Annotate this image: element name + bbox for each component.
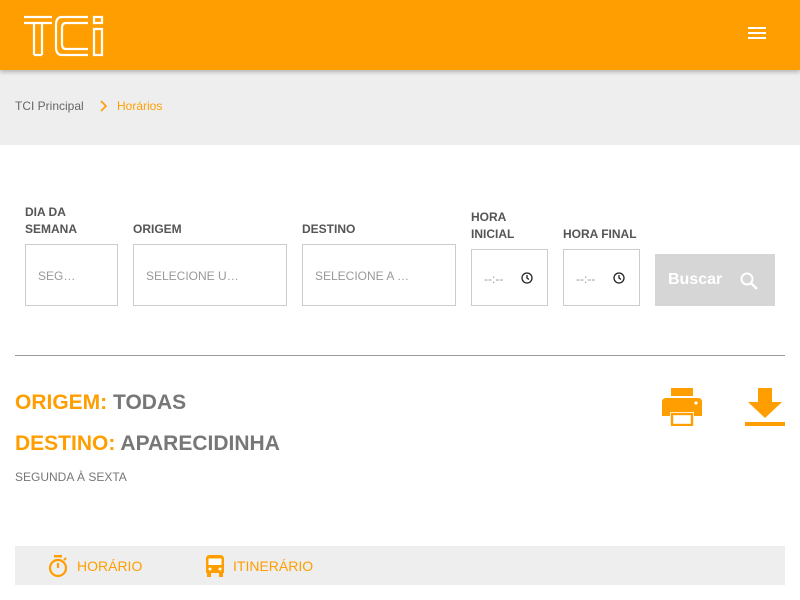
divider [15, 355, 785, 356]
stopwatch-icon [48, 555, 68, 578]
destino-select[interactable]: SELECIONE A … [302, 244, 456, 306]
destino-summary: DESTINO: APARECIDINHA [15, 432, 280, 456]
top-header [0, 0, 800, 70]
hora-inicial-label: HORA INICIAL [471, 210, 515, 241]
hora-inicial-value: --:-- [484, 272, 504, 286]
bus-icon [206, 555, 224, 577]
destino-placeholder: SELECIONE A … [315, 269, 410, 283]
tab-horario-label: HORÁRIO [77, 558, 143, 574]
breadcrumb: TCI Principal Horários [0, 70, 800, 145]
tab-horario[interactable]: HORÁRIO [45, 546, 155, 585]
hora-final-value: --:-- [576, 272, 596, 286]
dia-semana-select[interactable]: SEG… [25, 244, 118, 306]
breadcrumb-current[interactable]: Horários [117, 99, 162, 113]
buscar-button[interactable]: Buscar [655, 254, 775, 306]
tab-bar: HORÁRIO ITINERÁRIO [15, 546, 785, 585]
clock-icon[interactable] [613, 272, 625, 284]
print-button[interactable] [660, 388, 704, 427]
dia-semana-value: SEG… [38, 269, 76, 283]
chevron-right-icon [100, 100, 108, 112]
breadcrumb-home-link[interactable]: TCI Principal [15, 99, 84, 113]
origem-label: ORIGEM [133, 222, 182, 236]
origem-placeholder: SELECIONE U… [146, 269, 239, 283]
days-text: SEGUNDA À SEXTA [15, 470, 127, 484]
tab-itinerario-label: ITINERÁRIO [233, 558, 314, 574]
destino-key: DESTINO: [15, 432, 116, 455]
download-icon [745, 388, 785, 426]
download-button[interactable] [744, 388, 786, 428]
destino-value: APARECIDINHA [120, 432, 280, 455]
hamburger-menu-icon[interactable] [746, 24, 770, 44]
hora-final-input[interactable]: --:-- [563, 249, 640, 306]
buscar-label: Buscar [668, 271, 723, 288]
origem-key: ORIGEM: [15, 391, 108, 414]
origem-select[interactable]: SELECIONE U… [133, 244, 287, 306]
search-icon [740, 272, 758, 290]
hora-inicial-input[interactable]: --:-- [471, 249, 548, 306]
origem-summary: ORIGEM: TODAS [15, 391, 186, 415]
origem-value: TODAS [113, 391, 187, 414]
destino-label: DESTINO [302, 222, 356, 236]
clock-icon[interactable] [521, 272, 533, 284]
printer-icon [662, 388, 702, 427]
dia-semana-label: DIA DA SEMANA [25, 205, 78, 236]
hora-final-label: HORA FINAL [563, 227, 637, 241]
tci-logo[interactable] [22, 15, 106, 57]
tab-itinerario[interactable]: ITINERÁRIO [202, 546, 332, 585]
